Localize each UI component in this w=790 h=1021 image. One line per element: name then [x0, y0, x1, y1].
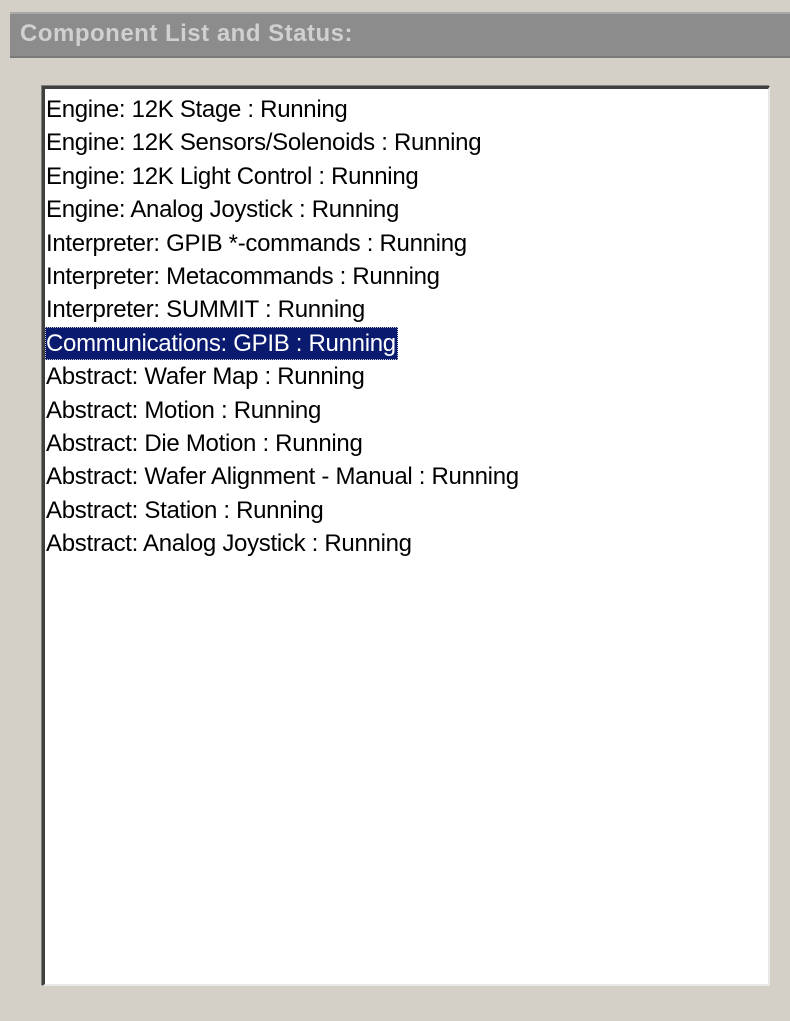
list-item-engine-12k-stage[interactable]: Engine: 12K Stage : Running: [45, 93, 349, 126]
list-item-interpreter-metacommands[interactable]: Interpreter: Metacommands : Running: [45, 260, 442, 293]
list-item-engine-analog-joystick[interactable]: Engine: Analog Joystick : Running: [45, 193, 401, 226]
component-list: Engine: 12K Stage : Running Engine: 12K …: [45, 93, 521, 560]
component-listbox[interactable]: Engine: 12K Stage : Running Engine: 12K …: [42, 86, 770, 986]
component-status-panel: Component List and Status: Engine: 12K S…: [0, 0, 790, 1021]
list-item-engine-12k-light-control[interactable]: Engine: 12K Light Control : Running: [45, 160, 420, 193]
list-item-engine-12k-sensors-solenoids[interactable]: Engine: 12K Sensors/Solenoids : Running: [45, 126, 483, 159]
list-item-abstract-station[interactable]: Abstract: Station : Running: [45, 494, 325, 527]
list-item-abstract-analog-joystick[interactable]: Abstract: Analog Joystick : Running: [45, 527, 414, 560]
list-item-interpreter-gpib-commands[interactable]: Interpreter: GPIB *-commands : Running: [45, 227, 469, 260]
list-item-communications-gpib[interactable]: Communications: GPIB : Running: [45, 326, 398, 361]
list-item-abstract-die-motion[interactable]: Abstract: Die Motion : Running: [45, 427, 365, 460]
list-item-abstract-wafer-map[interactable]: Abstract: Wafer Map : Running: [45, 360, 367, 393]
panel-title: Component List and Status:: [20, 20, 353, 47]
panel-title-bar: Component List and Status:: [10, 12, 790, 58]
list-item-abstract-wafer-alignment-manual[interactable]: Abstract: Wafer Alignment - Manual : Run…: [45, 460, 521, 493]
list-item-interpreter-summit[interactable]: Interpreter: SUMMIT : Running: [45, 293, 367, 326]
list-item-abstract-motion[interactable]: Abstract: Motion : Running: [45, 394, 323, 427]
